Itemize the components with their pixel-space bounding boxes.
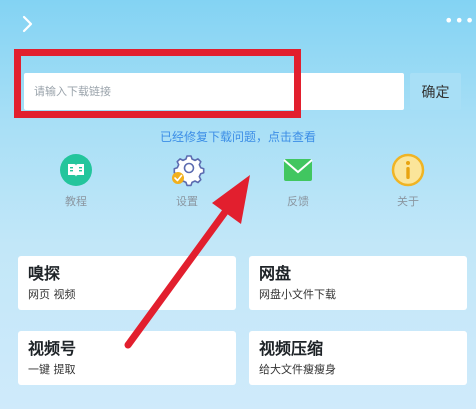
shortcut-label: 反馈 [287, 195, 309, 208]
card-subtitle: 网盘小文件下载 [259, 288, 336, 301]
shortcut-feedback[interactable]: 反馈 [268, 152, 328, 210]
chevron-right-icon[interactable] [18, 14, 38, 34]
card-subtitle: 一键 提取 [28, 363, 76, 376]
shortcut-label: 教程 [65, 195, 87, 208]
card-netdisk[interactable]: 网盘 网盘小文件下载 [249, 256, 467, 310]
more-dots-icon[interactable]: ••• [444, 13, 474, 30]
shortcut-about[interactable]: 关于 [378, 152, 438, 210]
book-icon [58, 152, 94, 188]
card-title: 网盘 [259, 264, 292, 283]
shortcut-tutorial[interactable]: 教程 [46, 152, 106, 210]
card-subtitle: 给大文件瘦瘦身 [259, 363, 336, 376]
shortcut-label: 设置 [176, 195, 198, 208]
mail-icon [280, 152, 316, 188]
top-bar: ••• [0, 0, 476, 50]
gear-icon [169, 152, 205, 188]
card-video-compress[interactable]: 视频压缩 给大文件瘦瘦身 [249, 331, 467, 385]
card-title: 视频号 [28, 339, 77, 358]
card-subtitle: 网页 视频 [28, 288, 76, 301]
notice-link[interactable]: 已经修复下载问题，点击查看 [0, 128, 476, 145]
card-video-channel[interactable]: 视频号 一键 提取 [18, 331, 236, 385]
shortcut-label: 关于 [397, 195, 419, 208]
card-title: 视频压缩 [259, 339, 324, 358]
shortcut-settings[interactable]: 设置 [157, 152, 217, 210]
arrow-head [212, 175, 250, 224]
card-title: 嗅探 [28, 264, 61, 283]
confirm-button[interactable]: 确定 [410, 73, 461, 110]
card-sniff[interactable]: 嗅探 网页 视频 [18, 256, 236, 310]
info-icon [390, 152, 426, 188]
download-link-input[interactable] [24, 73, 404, 110]
